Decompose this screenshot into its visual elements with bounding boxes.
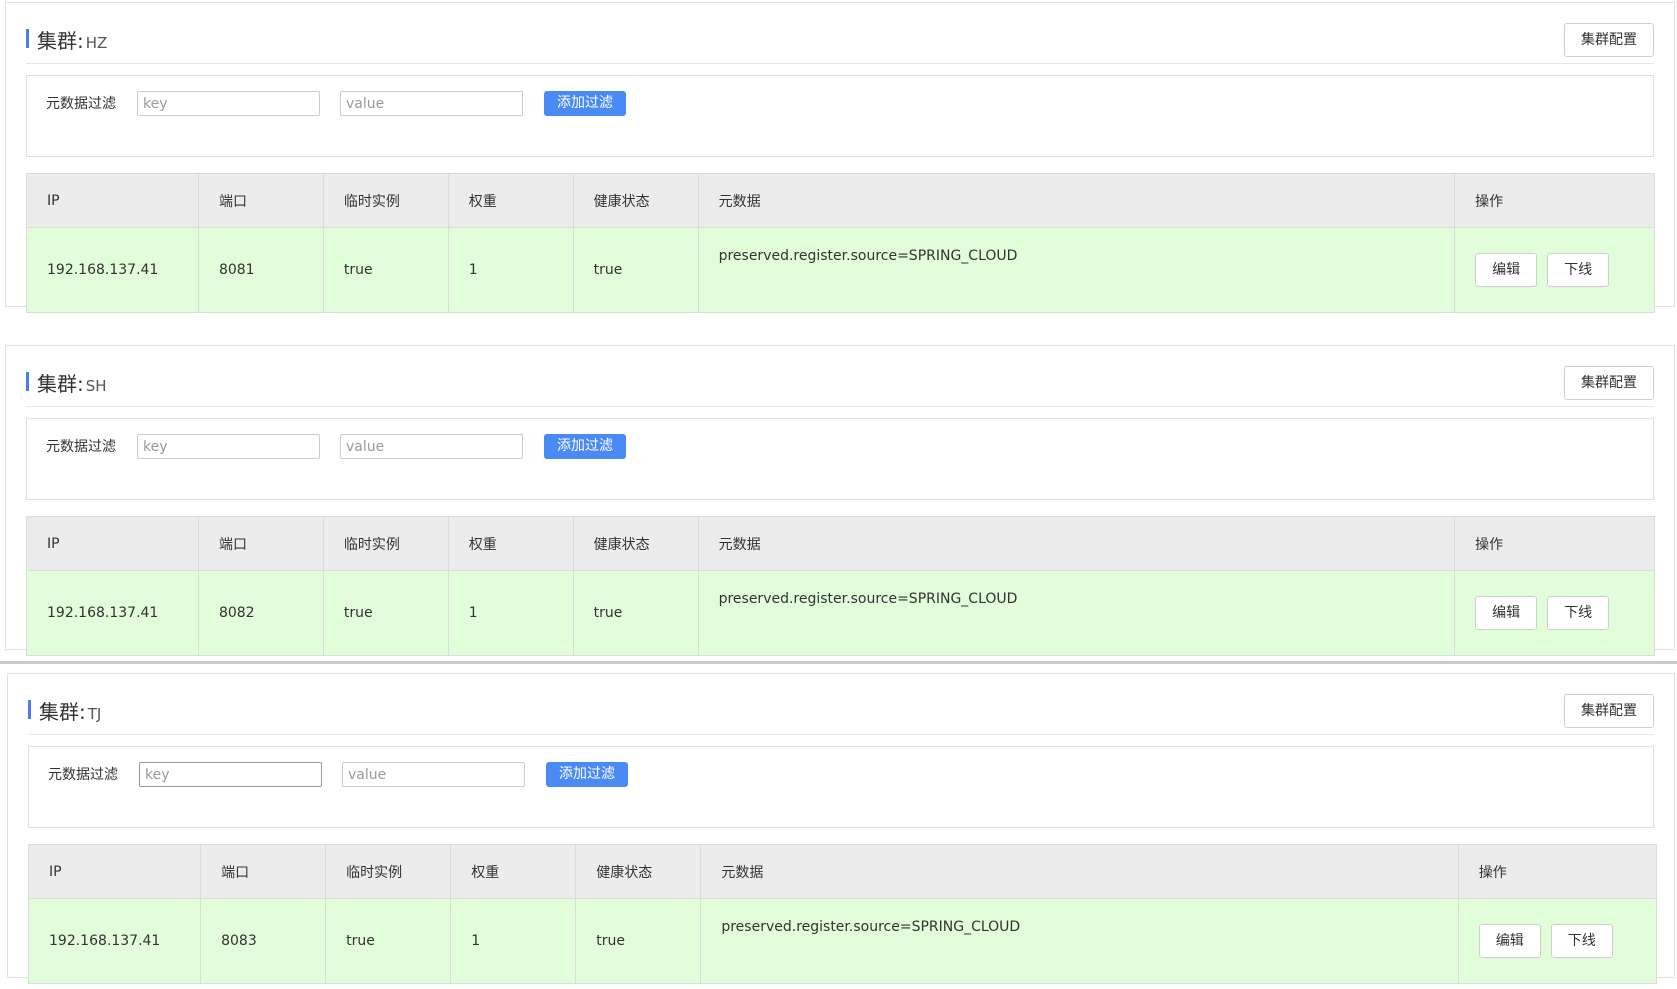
header-ephemeral: 临时实例 bbox=[325, 844, 452, 899]
header-ephemeral: 临时实例 bbox=[322, 173, 449, 228]
header-ip: IP bbox=[26, 516, 199, 571]
header-health: 健康状态 bbox=[572, 516, 699, 571]
cluster-name: HZ bbox=[85, 34, 108, 52]
table-header-row: IP 端口 临时实例 权重 健康状态 元数据 操作 bbox=[27, 844, 1658, 899]
offline-button[interactable]: 下线 bbox=[1547, 596, 1610, 630]
cell-port: 8082 bbox=[197, 570, 324, 656]
header-weight: 权重 bbox=[450, 844, 577, 899]
metadata-filter-box: 元数据过滤 添加过滤 bbox=[26, 75, 1654, 157]
header-actions: 操作 bbox=[1457, 844, 1658, 899]
filter-key-input[interactable] bbox=[137, 91, 320, 116]
title-accent-bar bbox=[26, 372, 29, 391]
title-accent-bar bbox=[26, 29, 29, 48]
cluster-name: SH bbox=[85, 377, 107, 395]
add-filter-button[interactable]: 添加过滤 bbox=[544, 91, 626, 116]
filter-key-input[interactable] bbox=[137, 434, 320, 459]
table-header-row: IP 端口 临时实例 权重 健康状态 元数据 操作 bbox=[26, 173, 1655, 228]
cluster-panel-hz: 集群:HZ 集群配置 元数据过滤 添加过滤 IP 端口 临时实例 权重 健康状态… bbox=[5, 2, 1675, 313]
header-metadata: 元数据 bbox=[697, 516, 1456, 571]
table-header-row: IP 端口 临时实例 权重 健康状态 元数据 操作 bbox=[26, 516, 1655, 571]
header-health: 健康状态 bbox=[572, 173, 699, 228]
cell-ip: 192.168.137.41 bbox=[27, 898, 202, 984]
cluster-panel-tj: 集群:TJ 集群配置 元数据过滤 添加过滤 IP 端口 临时实例 权重 健康状态… bbox=[7, 673, 1675, 984]
add-filter-button[interactable]: 添加过滤 bbox=[546, 762, 628, 787]
table-row: 192.168.137.41 8081 true 1 true preserve… bbox=[26, 227, 1655, 313]
cell-ephemeral: true bbox=[325, 898, 452, 984]
title-accent-bar bbox=[28, 700, 31, 719]
cell-weight: 1 bbox=[447, 227, 574, 313]
cell-port: 8081 bbox=[197, 227, 324, 313]
cell-metadata: preserved.register.source=SPRING_CLOUD bbox=[697, 227, 1456, 313]
cluster-title: 集群: TJ bbox=[39, 696, 101, 725]
header-weight: 权重 bbox=[447, 173, 574, 228]
cluster-title: 集群: HZ bbox=[37, 25, 107, 54]
cell-ephemeral: true bbox=[322, 570, 449, 656]
header-port: 端口 bbox=[197, 173, 324, 228]
cell-actions: 编辑 下线 bbox=[1454, 570, 1655, 656]
header-ip: IP bbox=[27, 844, 202, 899]
cluster-title-prefix: 集群: bbox=[37, 29, 84, 53]
edit-button[interactable]: 编辑 bbox=[1478, 924, 1541, 958]
header-actions: 操作 bbox=[1454, 516, 1655, 571]
table-row: 192.168.137.41 8083 true 1 true preserve… bbox=[27, 898, 1658, 984]
cluster-config-button[interactable]: 集群配置 bbox=[1564, 23, 1654, 57]
cell-actions: 编辑 下线 bbox=[1454, 227, 1655, 313]
cluster-config-button[interactable]: 集群配置 bbox=[1564, 694, 1654, 728]
filter-value-input[interactable] bbox=[340, 91, 523, 116]
header-actions: 操作 bbox=[1454, 173, 1655, 228]
header-port: 端口 bbox=[197, 516, 324, 571]
cluster-name: TJ bbox=[87, 705, 102, 723]
cell-ip: 192.168.137.41 bbox=[26, 570, 199, 656]
cell-metadata: preserved.register.source=SPRING_CLOUD bbox=[700, 898, 1459, 984]
header-port: 端口 bbox=[200, 844, 327, 899]
cluster-config-button[interactable]: 集群配置 bbox=[1564, 366, 1654, 400]
cluster-header: 集群: TJ 集群配置 bbox=[28, 674, 1654, 735]
header-metadata: 元数据 bbox=[697, 173, 1456, 228]
header-ephemeral: 临时实例 bbox=[322, 516, 449, 571]
cell-ephemeral: true bbox=[322, 227, 449, 313]
cell-actions: 编辑 下线 bbox=[1457, 898, 1658, 984]
metadata-filter-label: 元数据过滤 bbox=[48, 767, 118, 783]
metadata-filter-label: 元数据过滤 bbox=[46, 96, 116, 112]
cluster-panel-sh: 集群:SH 集群配置 元数据过滤 添加过滤 IP 端口 临时实例 权重 健康状态… bbox=[5, 345, 1675, 656]
cluster-header: 集群: SH 集群配置 bbox=[26, 346, 1654, 407]
filter-value-input[interactable] bbox=[340, 434, 523, 459]
header-metadata: 元数据 bbox=[700, 844, 1459, 899]
header-ip: IP bbox=[26, 173, 199, 228]
cell-weight: 1 bbox=[447, 570, 574, 656]
edit-button[interactable]: 编辑 bbox=[1475, 596, 1538, 630]
instance-table: IP 端口 临时实例 权重 健康状态 元数据 操作 192.168.137.41… bbox=[27, 844, 1658, 984]
filter-value-input[interactable] bbox=[342, 762, 525, 787]
header-weight: 权重 bbox=[447, 516, 574, 571]
offline-button[interactable]: 下线 bbox=[1547, 253, 1610, 287]
instance-table: IP 端口 临时实例 权重 健康状态 元数据 操作 192.168.137.41… bbox=[26, 173, 1655, 313]
cluster-header: 集群: HZ 集群配置 bbox=[26, 3, 1654, 64]
add-filter-button[interactable]: 添加过滤 bbox=[544, 434, 626, 459]
instance-table: IP 端口 临时实例 权重 健康状态 元数据 操作 192.168.137.41… bbox=[26, 516, 1655, 656]
cell-health: true bbox=[572, 227, 699, 313]
section-divider bbox=[0, 661, 1677, 664]
cell-ip: 192.168.137.41 bbox=[26, 227, 199, 313]
cluster-title-prefix: 集群: bbox=[37, 372, 84, 396]
table-row: 192.168.137.41 8082 true 1 true preserve… bbox=[26, 570, 1655, 656]
edit-button[interactable]: 编辑 bbox=[1475, 253, 1538, 287]
metadata-filter-box: 元数据过滤 添加过滤 bbox=[26, 418, 1654, 500]
metadata-filter-box: 元数据过滤 添加过滤 bbox=[28, 746, 1654, 828]
offline-button[interactable]: 下线 bbox=[1550, 924, 1613, 958]
cell-metadata: preserved.register.source=SPRING_CLOUD bbox=[697, 570, 1456, 656]
cell-port: 8083 bbox=[200, 898, 327, 984]
cluster-title: 集群: SH bbox=[37, 368, 107, 397]
header-health: 健康状态 bbox=[575, 844, 702, 899]
cell-weight: 1 bbox=[450, 898, 577, 984]
cell-health: true bbox=[575, 898, 702, 984]
metadata-filter-label: 元数据过滤 bbox=[46, 439, 116, 455]
filter-key-input[interactable] bbox=[139, 762, 322, 787]
cluster-title-prefix: 集群: bbox=[39, 700, 86, 724]
cell-health: true bbox=[572, 570, 699, 656]
